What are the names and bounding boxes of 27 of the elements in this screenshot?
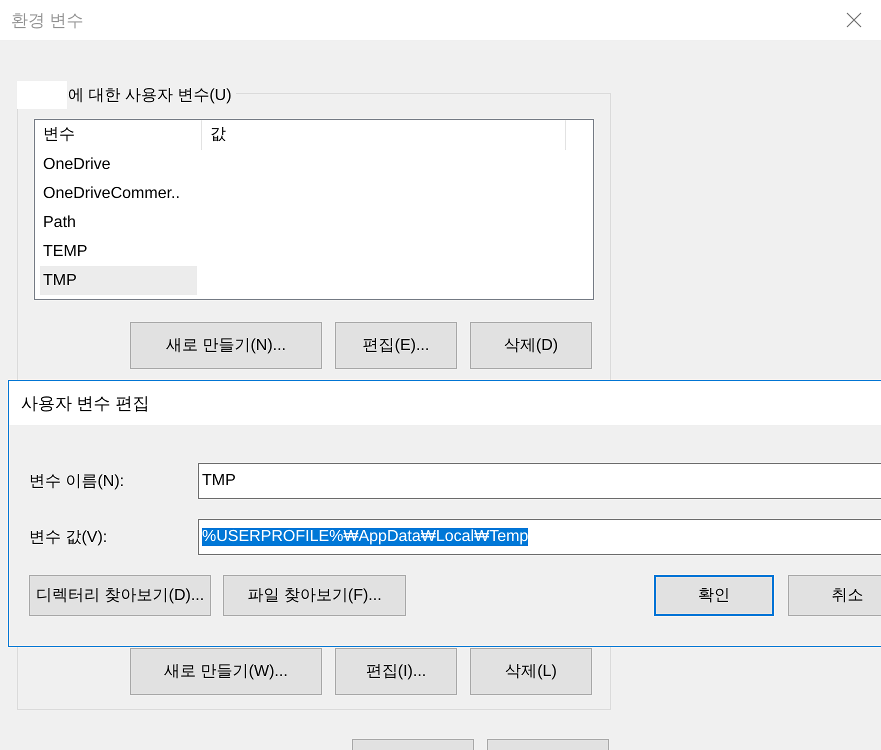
dialog-title: 사용자 변수 편집 [21, 392, 150, 414]
list-item[interactable]: OneDriveCommer.. [40, 179, 197, 208]
input-field[interactable]: %USERPROFILE%₩AppData₩Local₩Temp [198, 519, 881, 555]
browse-button[interactable]: 디렉터리 찾아보기(D)... [29, 575, 212, 616]
dialog-button[interactable]: 확인 [654, 575, 774, 616]
dialog-button[interactable]: 편집(E)... [335, 322, 457, 369]
window-title: 환경 변수 [11, 10, 84, 32]
group-label: 에 대한 사용자 변수(U) [67, 86, 232, 106]
redaction-block [17, 81, 67, 109]
dialog-button[interactable]: 새로 만들기(N)... [130, 322, 322, 369]
field-label: 변수 이름(N): [29, 472, 126, 492]
list-item[interactable]: TEMP [40, 237, 197, 266]
variable-list[interactable]: 변수 값 OneDrive OneDriveCommer.. Path TEMP TMP [34, 119, 594, 300]
column-header[interactable]: 변수 [35, 120, 202, 150]
list-item[interactable]: OneDrive [40, 150, 197, 179]
list-item[interactable]: Path [40, 208, 197, 237]
dialog-button[interactable]: 삭제(D) [470, 322, 592, 369]
dialog-button[interactable]: 삭제(L) [470, 648, 592, 695]
dialog-button[interactable]: 편집(I)... [335, 648, 457, 695]
column-header[interactable]: 값 [202, 120, 566, 150]
field-label: 변수 값(V): [29, 528, 108, 548]
dialog-button[interactable]: 취소 [788, 575, 881, 616]
browse-button[interactable]: 파일 찾아보기(F)... [223, 575, 406, 616]
close-icon[interactable] [846, 12, 862, 28]
list-item[interactable]: TMP [40, 266, 197, 295]
dialog-button[interactable]: 새로 만들기(W)... [130, 648, 322, 695]
input-field[interactable]: TMP [198, 463, 881, 499]
